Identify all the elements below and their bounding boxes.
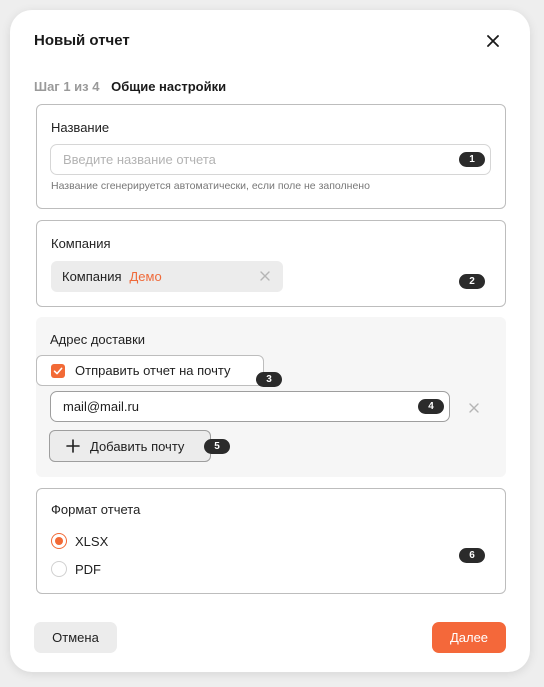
dialog-title: Новый отчет bbox=[34, 32, 130, 49]
report-name-input[interactable]: Введите название отчета bbox=[50, 144, 491, 175]
format-option-pdf[interactable]: PDF bbox=[51, 561, 101, 577]
radio-selected[interactable] bbox=[51, 533, 67, 549]
callout-badge-6: 6 bbox=[459, 548, 485, 563]
next-button[interactable]: Далее bbox=[432, 622, 506, 653]
send-to-email-label: Отправить отчет на почту bbox=[75, 363, 231, 378]
callout-badge-3: 3 bbox=[256, 372, 282, 387]
delivery-section: Адрес доставки Отправить отчет на почту … bbox=[36, 317, 506, 477]
callout-badge-5: 5 bbox=[204, 439, 230, 454]
new-report-dialog: Новый отчет Шаг 1 из 4 Общие настройки Н… bbox=[10, 10, 530, 672]
company-chip[interactable]: Компания Демо bbox=[51, 261, 283, 292]
report-name-placeholder: Введите название отчета bbox=[63, 152, 216, 167]
step-counter: Шаг 1 из 4 bbox=[34, 79, 100, 94]
checkmark-icon bbox=[53, 367, 63, 374]
company-chip-name: Компания bbox=[62, 269, 122, 284]
close-icon bbox=[487, 35, 499, 47]
callout-badge-1: 1 bbox=[459, 152, 485, 167]
name-hint: Название сгенерируется автоматически, ес… bbox=[51, 180, 370, 192]
format-option-label: XLSX bbox=[75, 533, 109, 549]
format-label: Формат отчета bbox=[51, 502, 141, 517]
add-email-button[interactable]: Добавить почту bbox=[49, 430, 211, 462]
checkbox-checked[interactable] bbox=[51, 363, 65, 378]
format-section: Формат отчета XLSX PDF 6 bbox=[36, 488, 506, 594]
email-value: mail@mail.ru bbox=[63, 399, 140, 414]
name-label: Название bbox=[51, 120, 110, 135]
radio-unselected[interactable] bbox=[51, 561, 67, 577]
cancel-button[interactable]: Отмена bbox=[34, 622, 117, 653]
callout-badge-4: 4 bbox=[418, 399, 444, 414]
company-chip-value: Демо bbox=[129, 269, 162, 284]
company-label: Компания bbox=[51, 236, 111, 251]
clear-icon[interactable] bbox=[258, 269, 272, 283]
email-input[interactable]: mail@mail.ru bbox=[50, 391, 450, 422]
format-option-label: PDF bbox=[75, 561, 101, 577]
step-indicator: Шаг 1 из 4 Общие настройки bbox=[34, 79, 226, 94]
name-section: Название Введите название отчета 1 Назва… bbox=[36, 104, 506, 209]
remove-icon[interactable] bbox=[467, 401, 481, 415]
delivery-label: Адрес доставки bbox=[50, 332, 146, 347]
format-option-xlsx[interactable]: XLSX bbox=[51, 533, 108, 549]
close-button[interactable] bbox=[482, 30, 504, 52]
step-name: Общие настройки bbox=[111, 79, 227, 94]
company-section: Компания Компания Демо 2 bbox=[36, 220, 506, 307]
send-to-email-checkbox[interactable]: Отправить отчет на почту bbox=[36, 355, 264, 386]
add-email-label: Добавить почту bbox=[90, 438, 185, 454]
callout-badge-2: 2 bbox=[459, 274, 485, 289]
plus-icon bbox=[66, 439, 80, 453]
